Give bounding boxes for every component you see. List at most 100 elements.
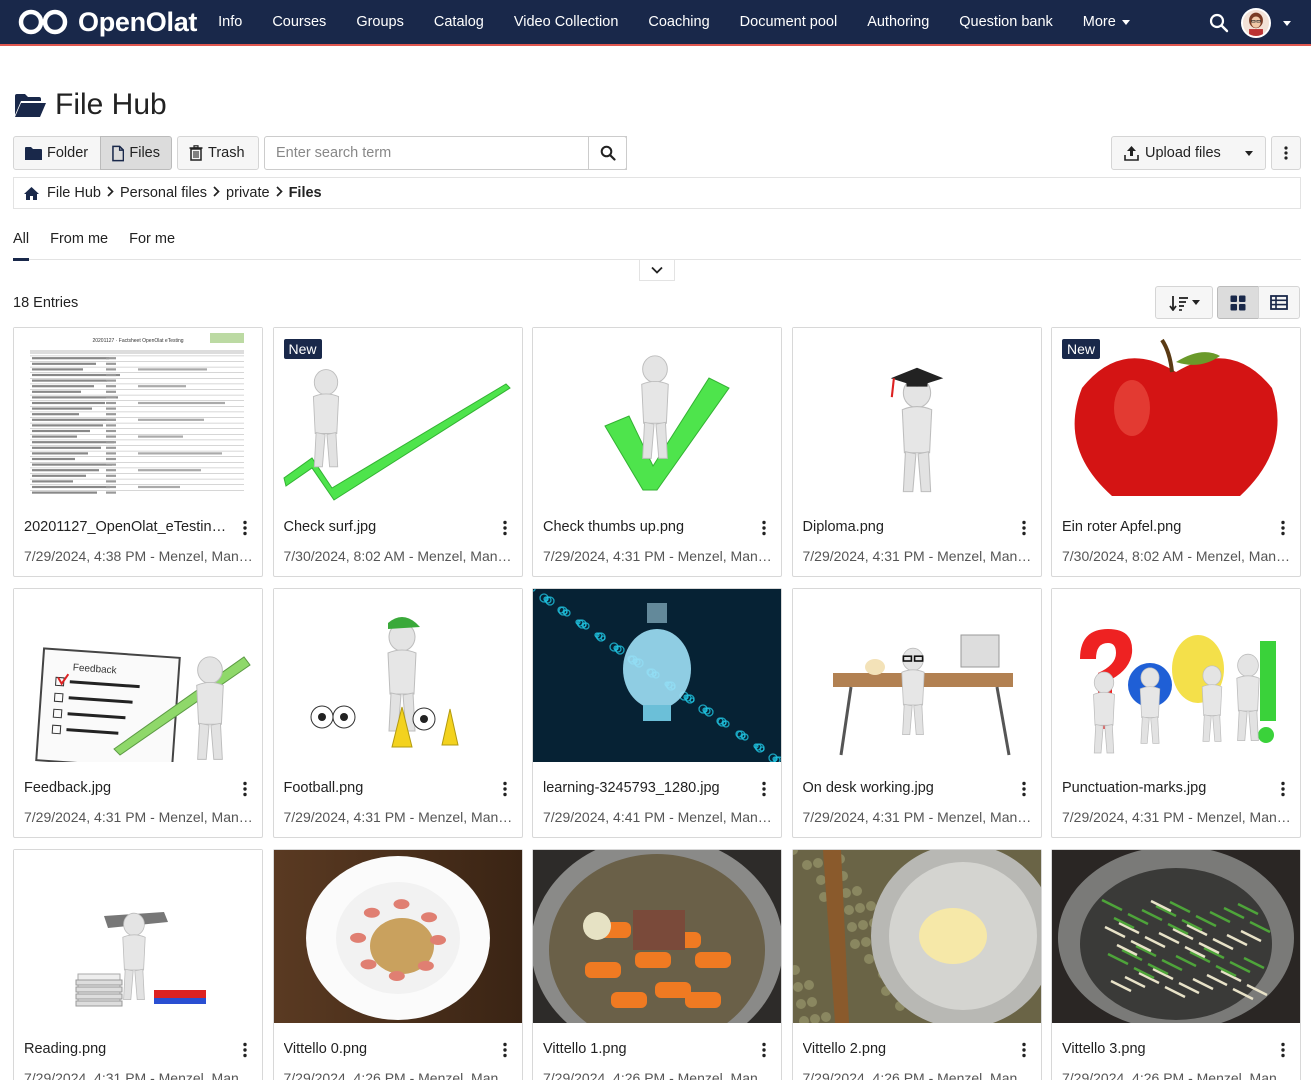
- tab-from-me[interactable]: From me: [50, 228, 108, 260]
- file-actions-button[interactable]: [1017, 1041, 1031, 1059]
- filter-expand-toggle[interactable]: [639, 260, 675, 281]
- nav-item-coaching[interactable]: Coaching: [633, 0, 724, 45]
- file-card[interactable]: On desk working.jpg 7/29/2024, 4:31 PM -…: [791, 588, 1042, 838]
- file-actions-button[interactable]: [1276, 519, 1290, 537]
- file-actions-button[interactable]: [238, 1041, 252, 1059]
- file-thumbnail[interactable]: [533, 328, 781, 501]
- file-actions-button[interactable]: [238, 780, 252, 798]
- file-name[interactable]: Vittello 2.png: [803, 1041, 1013, 1057]
- file-name[interactable]: Ein roter Apfel.png: [1062, 519, 1272, 535]
- table-view-button[interactable]: [1258, 286, 1300, 319]
- file-card[interactable]: Vittello 2.png 7/29/2024, 4:26 PM - Menz…: [791, 849, 1042, 1080]
- file-actions-button[interactable]: [757, 780, 771, 798]
- file-name[interactable]: On desk working.jpg: [803, 780, 1013, 796]
- file-actions-button[interactable]: [757, 1041, 771, 1059]
- nav-item-courses[interactable]: Courses: [257, 0, 341, 45]
- file-thumbnail[interactable]: New: [1052, 328, 1300, 501]
- trash-button[interactable]: Trash: [177, 136, 259, 170]
- nav-item-video-collection[interactable]: Video Collection: [499, 0, 634, 45]
- file-actions-button[interactable]: [1276, 780, 1290, 798]
- file-actions-button[interactable]: [498, 1041, 512, 1059]
- file-card[interactable]: Check thumbs up.png 7/29/2024, 4:31 PM -…: [532, 327, 782, 577]
- tab-all[interactable]: All: [13, 228, 30, 261]
- file-name[interactable]: Vittello 1.png: [543, 1041, 753, 1057]
- file-actions-button[interactable]: [238, 519, 252, 537]
- nav-item-question-bank[interactable]: Question bank: [944, 0, 1068, 45]
- file-thumbnail[interactable]: [792, 328, 1041, 501]
- file-card[interactable]: Diploma.png 7/29/2024, 4:31 PM - Menzel,…: [791, 327, 1042, 577]
- file-name[interactable]: Punctuation-marks.jpg: [1062, 780, 1272, 796]
- more-actions-button[interactable]: [1271, 136, 1301, 170]
- file-name[interactable]: Check surf.jpg: [284, 519, 494, 535]
- file-thumbnail[interactable]: Feedback: [14, 589, 262, 762]
- file-card[interactable]: New Ein roter Apfel.png 7/30/2024, 8:02 …: [1051, 327, 1301, 577]
- breadcrumb-item[interactable]: private: [226, 185, 270, 201]
- nav-item-groups[interactable]: Groups: [341, 0, 419, 45]
- file-card[interactable]: Punctuation-marks.jpg 7/29/2024, 4:31 PM…: [1051, 588, 1301, 838]
- file-actions-button[interactable]: [498, 519, 512, 537]
- file-card[interactable]: Football.png 7/29/2024, 4:31 PM - Menzel…: [272, 588, 523, 838]
- file-card[interactable]: Vittello 1.png 7/29/2024, 4:26 PM - Menz…: [532, 849, 782, 1080]
- file-actions-button[interactable]: [1017, 519, 1031, 537]
- nav-item-catalog[interactable]: Catalog: [419, 0, 499, 45]
- file-thumbnail[interactable]: [533, 850, 781, 1023]
- folder-view-button[interactable]: Folder: [13, 136, 101, 170]
- upload-options-dropdown[interactable]: [1232, 136, 1266, 170]
- file-name[interactable]: Feedback.jpg: [24, 780, 234, 796]
- file-name[interactable]: learning-3245793_1280.jpg: [543, 780, 753, 796]
- file-meta: 7/29/2024, 4:31 PM - Menzel, Manuela: [24, 1070, 254, 1080]
- svg-text:20201127 · Factsheet OpenOlat: 20201127 · Factsheet OpenOlat eTesting: [92, 338, 183, 344]
- file-card[interactable]: Vittello 3.png 7/29/2024, 4:26 PM - Menz…: [1051, 849, 1301, 1080]
- nav-item-info[interactable]: Info: [203, 0, 257, 45]
- nav-item-more[interactable]: More: [1068, 0, 1145, 45]
- home-icon[interactable]: [23, 186, 40, 201]
- file-card[interactable]: New Check surf.jpg 7/30/2024, 8:02 AM - …: [272, 327, 523, 577]
- user-avatar[interactable]: [1241, 8, 1271, 38]
- chevron-right-icon: [107, 185, 114, 201]
- file-meta: 7/29/2024, 4:26 PM - Menzel, Manuela: [543, 1070, 773, 1080]
- file-thumbnail[interactable]: [1052, 850, 1300, 1023]
- file-card[interactable]: learning-3245793_1280.jpg 7/29/2024, 4:4…: [532, 588, 782, 838]
- user-menu-caret-icon[interactable]: [1283, 20, 1291, 26]
- sort-button[interactable]: [1155, 286, 1213, 319]
- vertical-dots-icon: [502, 1042, 507, 1058]
- file-thumbnail[interactable]: [273, 850, 522, 1023]
- file-thumbnail[interactable]: [273, 589, 522, 762]
- file-card[interactable]: Feedback Feedback.jpg 7/29/2024, 4:31 PM…: [13, 588, 263, 838]
- file-name[interactable]: Vittello 3.png: [1062, 1041, 1272, 1057]
- file-thumbnail[interactable]: [792, 589, 1041, 762]
- file-card[interactable]: Reading.png 7/29/2024, 4:31 PM - Menzel,…: [13, 849, 263, 1080]
- files-view-button[interactable]: Files: [100, 136, 172, 170]
- file-name[interactable]: Vittello 0.png: [284, 1041, 494, 1057]
- breadcrumb-item[interactable]: Personal files: [120, 185, 207, 201]
- file-card[interactable]: 20201127 · Factsheet OpenOlat eTesting 2…: [13, 327, 263, 577]
- upload-files-button[interactable]: Upload files: [1111, 136, 1234, 170]
- file-thumbnail[interactable]: [14, 850, 262, 1023]
- nav-item-authoring[interactable]: Authoring: [852, 0, 944, 45]
- figure-graduation-cap-image: [792, 328, 1041, 501]
- file-name[interactable]: Check thumbs up.png: [543, 519, 753, 535]
- file-actions-button[interactable]: [498, 780, 512, 798]
- search-button[interactable]: [588, 136, 627, 170]
- file-actions-button[interactable]: [757, 519, 771, 537]
- file-thumbnail[interactable]: 20201127 · Factsheet OpenOlat eTesting: [14, 328, 262, 501]
- file-thumbnail[interactable]: [792, 850, 1041, 1023]
- file-thumbnail[interactable]: New: [273, 328, 522, 501]
- tab-for-me[interactable]: For me: [129, 228, 175, 260]
- page-header: File Hub: [13, 88, 167, 122]
- brand-logo[interactable]: OpenOlat: [18, 7, 197, 38]
- breadcrumb-item[interactable]: File Hub: [47, 185, 101, 201]
- file-actions-button[interactable]: [1276, 1041, 1290, 1059]
- search-input[interactable]: [264, 136, 627, 170]
- file-name[interactable]: Diploma.png: [803, 519, 1013, 535]
- file-thumbnail[interactable]: [1052, 589, 1300, 762]
- file-name[interactable]: 20201127_OpenOlat_eTesting_Fachtheorie.p…: [24, 519, 234, 535]
- search-icon[interactable]: [1209, 13, 1229, 33]
- file-name[interactable]: Football.png: [284, 780, 494, 796]
- file-thumbnail[interactable]: [533, 589, 781, 762]
- file-card[interactable]: Vittello 0.png 7/29/2024, 4:26 PM - Menz…: [272, 849, 523, 1080]
- file-name[interactable]: Reading.png: [24, 1041, 234, 1057]
- card-view-button[interactable]: [1217, 286, 1259, 319]
- nav-item-document-pool[interactable]: Document pool: [725, 0, 853, 45]
- file-actions-button[interactable]: [1017, 780, 1031, 798]
